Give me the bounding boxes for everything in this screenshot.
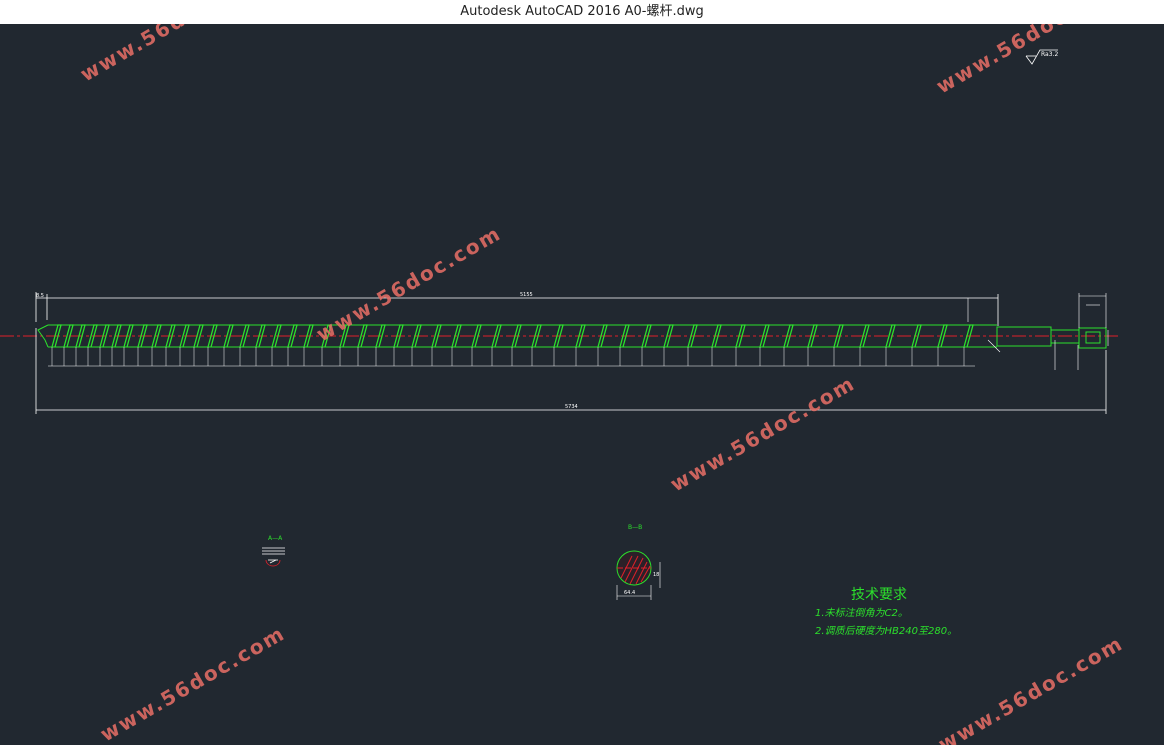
dim-flight-label: 5155 <box>520 292 533 298</box>
dim-left-label: 8.5 <box>36 293 44 299</box>
section-b-label: B—B <box>628 524 642 531</box>
title-bar: Autodesk AutoCAD 2016 A0-螺杆.dwg <box>0 0 1164 25</box>
tech-req-line-2: 2.调质后硬度为HB240至280。 <box>815 626 958 637</box>
dim-overall-label: 5734 <box>565 404 578 410</box>
tech-req-title: 技术要求 <box>851 587 907 603</box>
drawing-svg: 5155 8.5 5734 Ra3.2 A—A B—B 64.4 18 <box>0 49 1118 600</box>
window-title: Autodesk AutoCAD 2016 A0-螺杆.dwg <box>460 4 704 19</box>
overall-dimension <box>35 328 1107 414</box>
top-dimension <box>35 292 999 326</box>
section-a-label: A—A <box>268 535 283 542</box>
section-a-view <box>262 547 285 567</box>
pitch-dimensions <box>48 347 975 367</box>
section-b-dim-1: 64.4 <box>624 590 635 596</box>
roughness-label: Ra3.2 <box>1041 51 1058 58</box>
tech-req-line-1: 1.未标注倒角为C2。 <box>815 608 908 619</box>
section-b-dim-2: 18 <box>653 572 659 578</box>
drawing-canvas[interactable]: 5155 8.5 5734 Ra3.2 A—A B—B 64.4 18 技术要求… <box>0 24 1164 745</box>
